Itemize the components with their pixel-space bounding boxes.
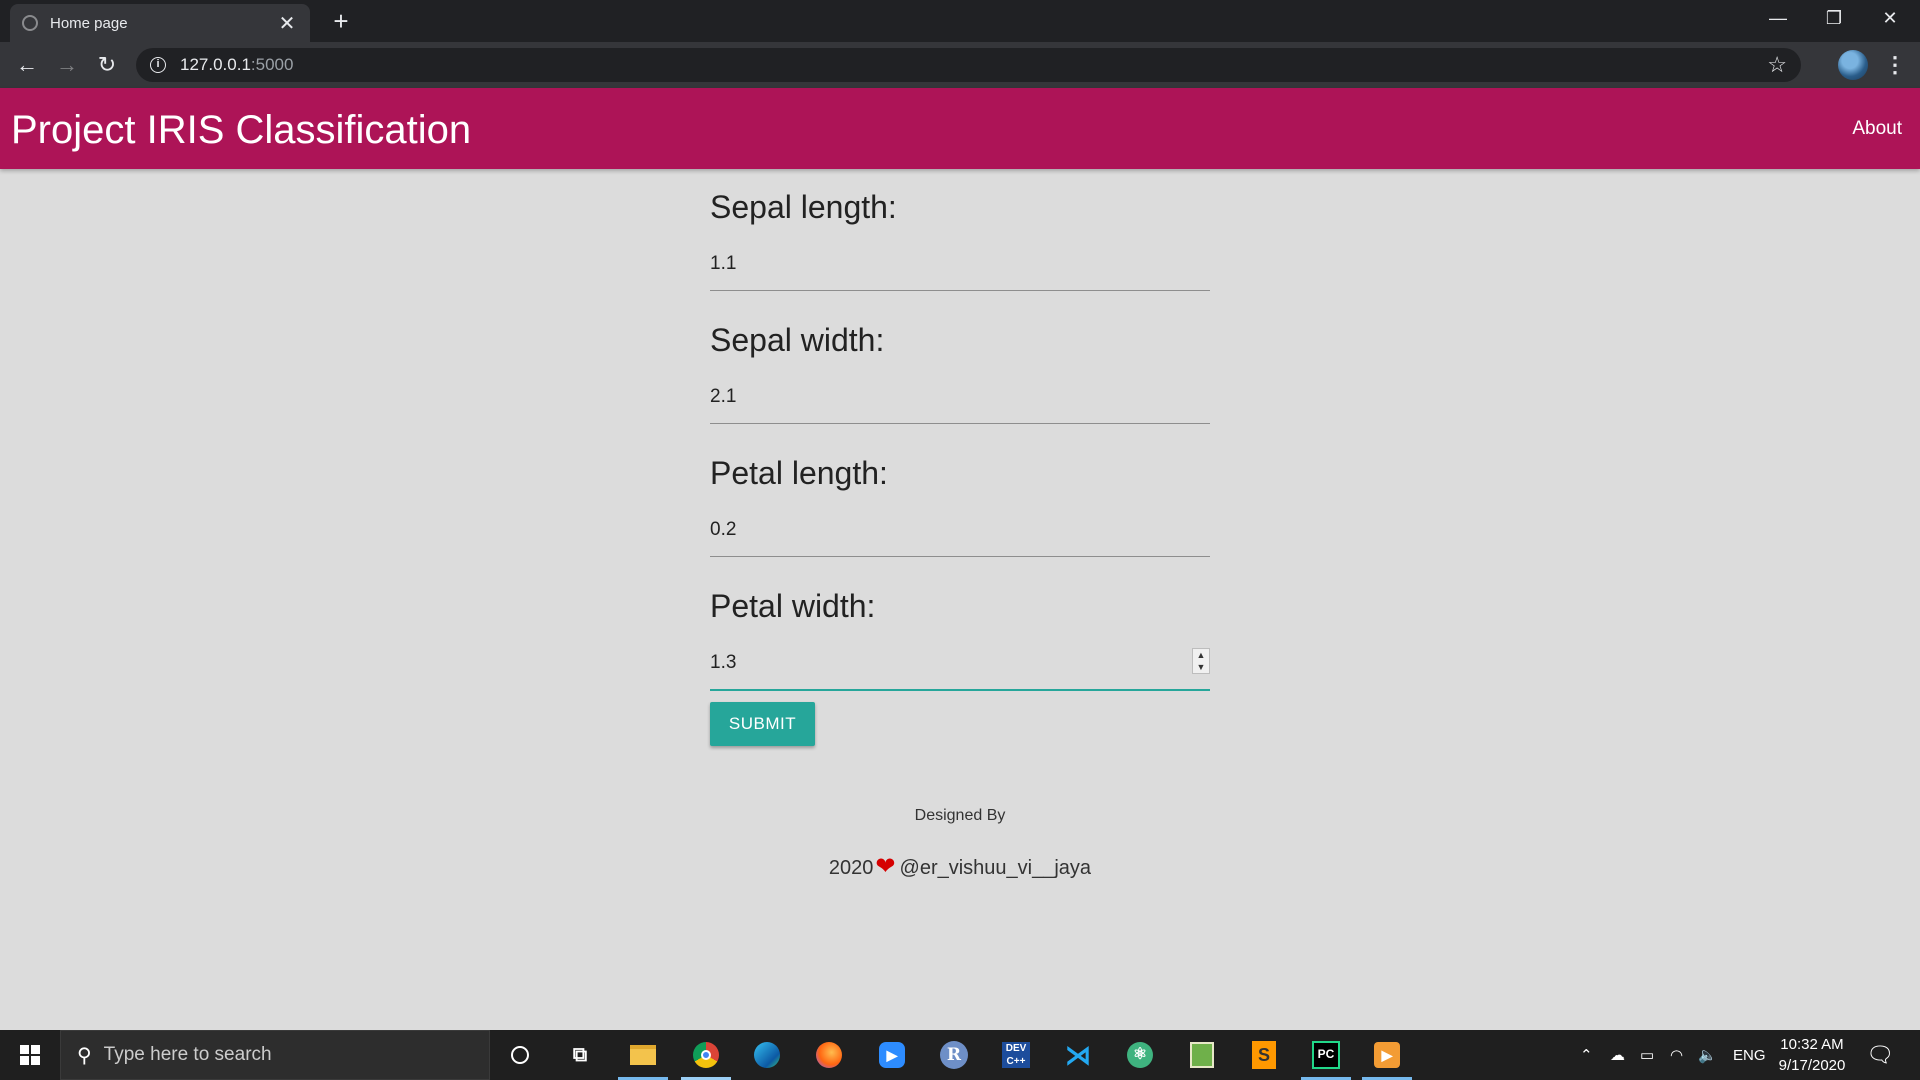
petal-length-input[interactable]: 0.2 bbox=[710, 519, 736, 541]
sepal-width-input[interactable]: 2.1 bbox=[710, 386, 736, 408]
wifi-icon[interactable]: ◠ bbox=[1670, 1030, 1683, 1080]
credit-year: 2020 bbox=[828, 857, 874, 879]
zoom-icon[interactable]: ▶ bbox=[875, 1038, 909, 1072]
file-explorer-icon[interactable] bbox=[626, 1038, 660, 1072]
field-label: Petal width: bbox=[710, 588, 876, 624]
minimize-icon[interactable]: — bbox=[1750, 0, 1806, 36]
browser-tab[interactable]: Home page ✕ bbox=[10, 4, 310, 42]
firefox-icon[interactable] bbox=[812, 1038, 846, 1072]
atom-icon[interactable]: ⚛ bbox=[1123, 1038, 1157, 1072]
tab-title: Home page bbox=[50, 14, 128, 32]
close-tab-icon[interactable]: ✕ bbox=[276, 11, 298, 36]
media-player-icon[interactable]: ▶ bbox=[1370, 1038, 1404, 1072]
search-icon: ⚲ bbox=[77, 1044, 92, 1067]
submit-button[interactable]: SUBMIT bbox=[710, 702, 815, 746]
cortana-icon[interactable] bbox=[503, 1038, 537, 1072]
profile-avatar[interactable] bbox=[1838, 50, 1868, 80]
forward-icon[interactable]: → bbox=[52, 50, 82, 80]
heart-icon: ❤ bbox=[875, 853, 896, 880]
r-icon[interactable]: R bbox=[937, 1038, 971, 1072]
restore-icon[interactable]: ❐ bbox=[1806, 0, 1862, 36]
windows-taskbar: ⚲ Type here to search ⧉ ▶ R DEV C++ ⋊ ⚛ S… bbox=[0, 1030, 1920, 1080]
browser-toolbar: ← → ↻ i 127.0.0.1 :5000 ☆ ⋮ bbox=[0, 42, 1920, 88]
petal-length-field: Petal length: 0.2 bbox=[710, 435, 1210, 568]
language-indicator[interactable]: ENG bbox=[1733, 1030, 1766, 1080]
credit-line: 2020❤ @er_vishuu_vi__jaya bbox=[0, 852, 1920, 881]
search-placeholder: Type here to search bbox=[103, 1044, 272, 1065]
about-link[interactable]: About bbox=[1852, 118, 1902, 140]
field-label: Sepal length: bbox=[710, 189, 897, 225]
reload-icon[interactable]: ↻ bbox=[92, 50, 122, 80]
input-underline bbox=[710, 290, 1210, 291]
notifications-icon[interactable]: 🗨 bbox=[1866, 1030, 1894, 1080]
edge-icon[interactable] bbox=[750, 1038, 784, 1072]
taskbar-search[interactable]: ⚲ Type here to search bbox=[60, 1030, 490, 1080]
chrome-icon[interactable] bbox=[689, 1038, 723, 1072]
notepad-icon[interactable] bbox=[1185, 1038, 1219, 1072]
field-label: Petal length: bbox=[710, 455, 888, 491]
site-info-icon[interactable]: i bbox=[150, 57, 166, 73]
new-tab-button[interactable]: + bbox=[326, 6, 356, 36]
task-view-icon[interactable]: ⧉ bbox=[563, 1038, 597, 1072]
onedrive-icon[interactable]: ☁ bbox=[1610, 1030, 1625, 1080]
globe-icon bbox=[22, 15, 38, 31]
clock-time: 10:32 AM bbox=[1780, 1036, 1844, 1053]
site-navbar: Project IRIS Classification About bbox=[0, 88, 1920, 169]
bookmark-star-icon[interactable]: ☆ bbox=[1767, 52, 1787, 78]
dev-cpp-icon[interactable]: DEV C++ bbox=[999, 1038, 1033, 1072]
clock-date: 9/17/2020 bbox=[1778, 1057, 1846, 1074]
browser-tabstrip: Home page ✕ + — ❐ ✕ bbox=[0, 0, 1920, 42]
vscode-icon[interactable]: ⋊ bbox=[1061, 1038, 1095, 1072]
show-hidden-icons[interactable]: ⌃ bbox=[1580, 1030, 1593, 1080]
petal-width-field: Petal width: 1.3 ▲ ▼ bbox=[710, 568, 1210, 701]
sepal-length-field: Sepal length: 1.1 bbox=[710, 169, 1210, 302]
designed-by-text: Designed By bbox=[914, 807, 1006, 824]
back-icon[interactable]: ← bbox=[12, 50, 42, 80]
url-host: 127.0.0.1 bbox=[180, 55, 251, 74]
browser-menu-icon[interactable]: ⋮ bbox=[1880, 50, 1910, 80]
volume-icon[interactable]: 🔈 bbox=[1698, 1030, 1717, 1080]
sepal-length-input[interactable]: 1.1 bbox=[710, 253, 736, 275]
windows-logo-icon bbox=[20, 1045, 40, 1065]
number-spinner[interactable]: ▲ ▼ bbox=[1192, 648, 1210, 674]
address-bar[interactable]: i 127.0.0.1 :5000 ☆ bbox=[136, 48, 1801, 82]
battery-icon[interactable]: ▭ bbox=[1640, 1030, 1654, 1080]
brand-title[interactable]: Project IRIS Classification bbox=[11, 108, 471, 153]
petal-width-input[interactable]: 1.3 bbox=[710, 652, 736, 674]
close-window-icon[interactable]: ✕ bbox=[1862, 0, 1918, 36]
taskbar-clock[interactable]: 10:32 AM 9/17/2020 bbox=[1772, 1034, 1852, 1076]
start-button[interactable] bbox=[0, 1030, 60, 1080]
pycharm-icon[interactable]: PC bbox=[1309, 1038, 1343, 1072]
input-underline-focused bbox=[710, 689, 1210, 691]
url-port: :5000 bbox=[250, 55, 294, 74]
input-underline bbox=[710, 423, 1210, 424]
field-label: Sepal width: bbox=[710, 322, 885, 358]
sepal-width-field: Sepal width: 2.1 bbox=[710, 302, 1210, 435]
iris-form: Sepal length: 1.1 Sepal width: 2.1 Petal… bbox=[710, 169, 1210, 701]
credit-handle: @er_vishuu_vi__jaya bbox=[899, 857, 1092, 879]
sublime-text-icon[interactable]: S bbox=[1247, 1038, 1281, 1072]
input-underline bbox=[710, 556, 1210, 557]
